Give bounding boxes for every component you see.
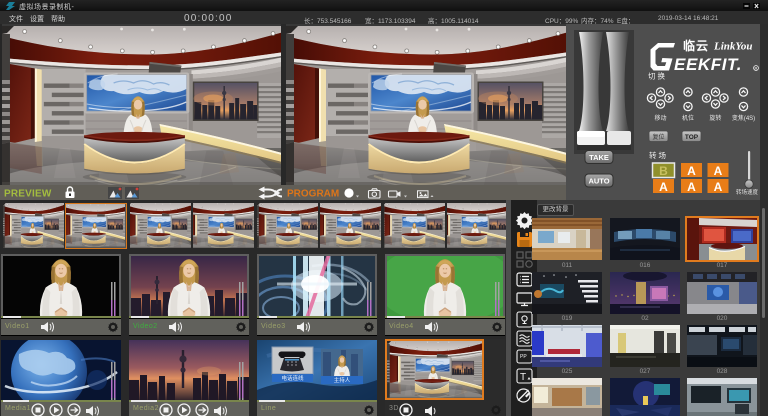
svg-text:LinkYou: LinkYou: [713, 41, 753, 53]
svg-text:A: A: [659, 180, 668, 194]
svg-text:EEKFIT.: EEKFIT.: [674, 55, 742, 74]
svg-text:TOP: TOP: [685, 134, 699, 141]
svg-text:转场速度: 转场速度: [736, 188, 759, 196]
svg-text:旋转: 旋转: [709, 114, 721, 122]
svg-text:PP: PP: [520, 354, 527, 360]
svg-text:复位: 复位: [652, 133, 664, 141]
svg-text:电话连线: 电话连线: [281, 374, 304, 382]
svg-text:临云: 临云: [683, 38, 709, 53]
svg-text:B: B: [659, 164, 668, 178]
svg-text:转场: 转场: [649, 150, 668, 160]
svg-text:PROGRAM: PROGRAM: [287, 189, 339, 200]
svg-text:TAKE: TAKE: [589, 153, 609, 162]
svg-text:A: A: [687, 164, 696, 178]
svg-text:切换: 切换: [648, 71, 667, 81]
svg-text:变焦(4S): 变焦(4S): [732, 114, 755, 122]
svg-text:机位: 机位: [682, 114, 694, 122]
svg-text:移动: 移动: [654, 114, 666, 122]
svg-text:AUTO: AUTO: [588, 177, 609, 186]
svg-text:A: A: [714, 180, 723, 194]
svg-text:PREVIEW: PREVIEW: [4, 189, 52, 200]
svg-text:A: A: [687, 180, 696, 194]
svg-text:A: A: [714, 164, 723, 178]
svg-text:主持人: 主持人: [334, 376, 351, 384]
svg-text:T: T: [520, 372, 526, 383]
svg-text:R: R: [755, 66, 758, 71]
